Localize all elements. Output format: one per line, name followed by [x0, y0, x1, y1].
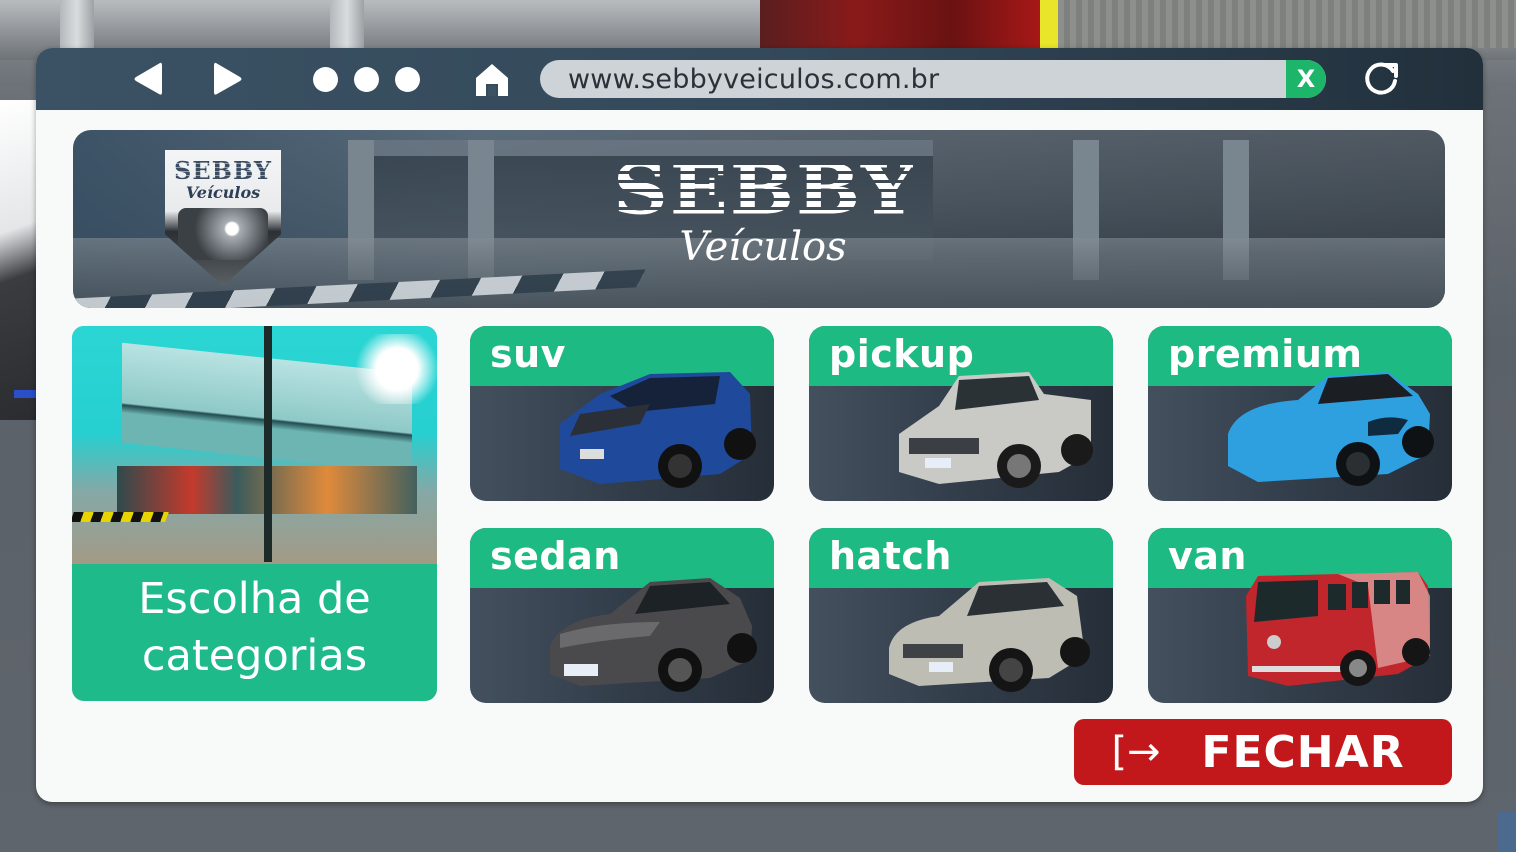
more-dots-icon [312, 66, 338, 92]
clear-url-icon: X [1296, 65, 1316, 93]
reload-icon [1365, 62, 1398, 95]
scene-edge [1498, 812, 1516, 852]
utility-pole [264, 326, 272, 562]
hatch-vehicle-image [889, 578, 1090, 692]
brand-subtitle: Veículos [679, 224, 847, 270]
reload-button[interactable] [1358, 58, 1404, 100]
more-dots-icon [394, 66, 420, 92]
browser-window: www.sebbyveiculos.com.br X SEBBY Veículo… [36, 48, 1483, 802]
home-icon [476, 64, 508, 96]
category-intro-card: Escolha de categorias [72, 326, 437, 701]
url-text[interactable]: www.sebbyveiculos.com.br [540, 64, 1286, 95]
category-tile-sedan[interactable]: sedan [470, 528, 774, 703]
gas-station [760, 0, 1080, 48]
sedan-vehicle-image [550, 578, 757, 692]
forward-button[interactable] [208, 60, 248, 98]
browser-toolbar: www.sebbyveiculos.com.br X [36, 48, 1483, 110]
brand-wordmark: SEBBY Veículos [613, 149, 918, 270]
close-button[interactable]: [→ FECHAR [1074, 719, 1452, 785]
premium-vehicle-image [1228, 372, 1434, 486]
clear-url-button[interactable]: X [1286, 60, 1326, 98]
concrete-wall [1058, 0, 1516, 48]
category-tile-premium[interactable]: premium [1148, 326, 1452, 501]
pillar [330, 0, 364, 50]
shield-subtitle: Veículos [185, 183, 261, 202]
gas-station-column [1040, 0, 1058, 48]
exit-icon: [→ [1111, 729, 1161, 775]
category-tile-van[interactable]: van [1148, 528, 1452, 703]
category-tile-hatch[interactable]: hatch [809, 528, 1113, 703]
suv-vehicle-image [560, 372, 756, 488]
home-button[interactable] [470, 60, 514, 100]
pickup-vehicle-image [899, 372, 1093, 488]
van-vehicle-image [1246, 572, 1430, 686]
more-dots-icon [353, 66, 379, 92]
category-tile-suv[interactable]: suv [470, 326, 774, 501]
back-button[interactable] [128, 60, 168, 98]
forward-arrow-icon [214, 62, 242, 95]
more-button[interactable] [306, 64, 426, 94]
category-intro-label: Escolha de categorias [138, 574, 371, 681]
close-button-label: FECHAR [1201, 726, 1405, 778]
pillar [60, 0, 94, 50]
address-bar[interactable]: www.sebbyveiculos.com.br X [540, 60, 1326, 98]
back-arrow-icon [134, 62, 162, 95]
police-car [0, 100, 40, 420]
store-banner: SEBBY Veículos SEBBY Veículos [73, 130, 1445, 308]
shield-title: SEBBY [174, 156, 272, 185]
dealership-photo [72, 326, 437, 564]
curb-stripe [72, 512, 169, 522]
brand-title: SEBBY [613, 149, 918, 230]
shield-car-image [178, 208, 268, 260]
category-tile-pickup[interactable]: pickup [809, 326, 1113, 501]
cloud [337, 334, 437, 404]
